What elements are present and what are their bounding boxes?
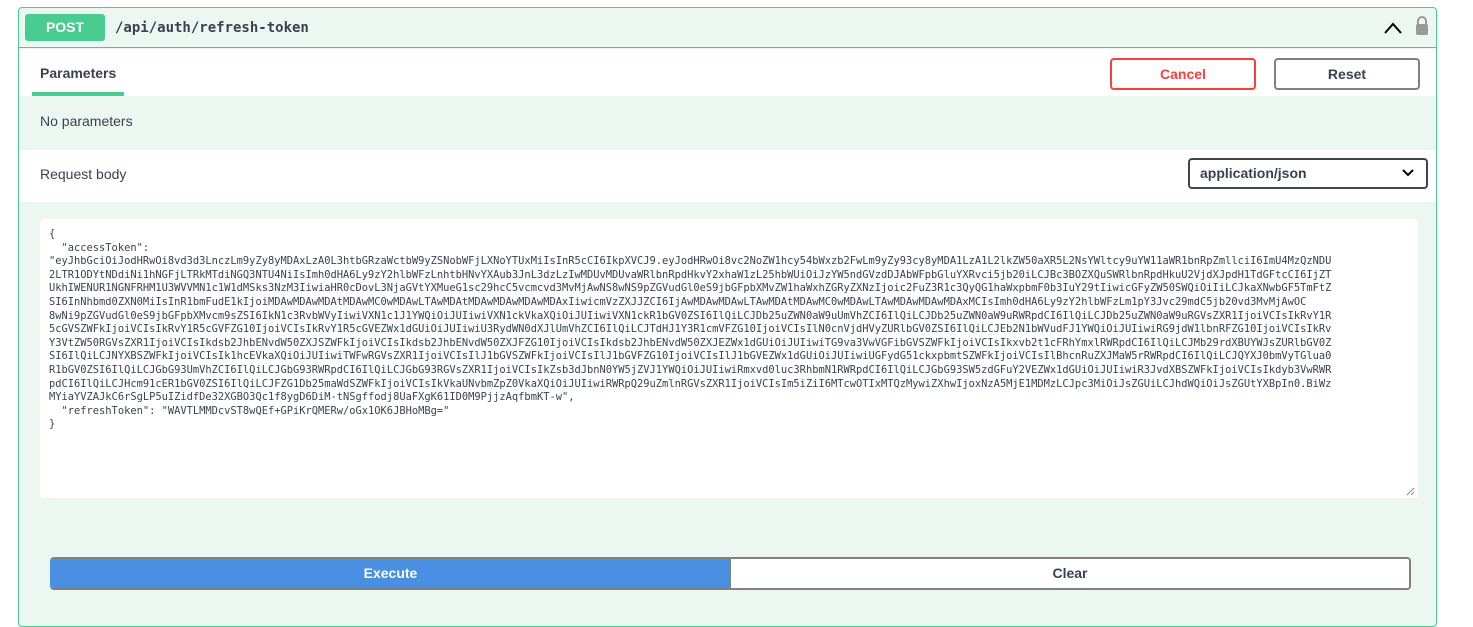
no-parameters-text: No parameters xyxy=(40,113,133,129)
execute-button[interactable]: Execute xyxy=(51,559,730,588)
operation-block: POST /api/auth/refresh-token Parameters … xyxy=(18,7,1437,627)
request-body-line: 2LTR1ODYtNDdiNi1hNGFjLTRkMTdiNGQ3NTU4NiI… xyxy=(49,268,1332,281)
content-type-value: application/json xyxy=(1200,165,1307,181)
content-type-select[interactable]: application/json xyxy=(1188,158,1428,189)
tab-parameters[interactable]: Parameters xyxy=(40,65,116,81)
tab-active-indicator xyxy=(32,92,124,96)
reset-button[interactable]: Reset xyxy=(1274,58,1420,90)
request-body-editor[interactable]: { "accessToken": "eyJhbGciOiJodHRwOi8vd3d… xyxy=(40,219,1418,498)
method-badge: POST xyxy=(25,14,105,41)
resize-handle-icon[interactable] xyxy=(1405,486,1415,496)
request-body-line: R1bGV0ZSI6IlQiLCJGbG93UmVhZCI6IlQiLCJGbG… xyxy=(49,363,1332,376)
execute-actions: Execute Clear xyxy=(50,557,1411,590)
request-body-line: "refreshToken": "WAVTLMMDcvST8wQEf+GPiKr… xyxy=(49,404,450,417)
request-body-line: } xyxy=(49,418,56,431)
operation-summary[interactable]: POST /api/auth/refresh-token xyxy=(19,8,1436,48)
chevron-up-icon[interactable] xyxy=(1383,21,1403,35)
request-body-line: Y3VtZW50RGVsZXR1IjoiVCIsIkdsb2JhbENvdW50… xyxy=(49,336,1332,349)
request-body-line: SI6IlQiLCJNYXBSZWFkIjoiVCIsIk1hcEVkaXQiO… xyxy=(49,350,1332,363)
request-body-line: UkhIWENUR1NGNFRHM1U3WVVMN1c1W1dMSks3NzM3… xyxy=(49,282,1332,295)
request-body-line: 5cGVSZWFkIjoiVCIsIkRvY1R5cGVFZG10IjoiVCI… xyxy=(49,323,1332,336)
request-body-line: "eyJhbGciOiJodHRwOi8vd3d3LnczLm9yZy8yMDA… xyxy=(49,255,1332,268)
cancel-button[interactable]: Cancel xyxy=(1110,58,1256,90)
request-body-line: SI6InNhbmd0ZXN0MiIsInR1bmFudE1kIjoiMDAwM… xyxy=(49,295,1307,308)
lock-icon[interactable] xyxy=(1414,15,1430,37)
clear-button[interactable]: Clear xyxy=(730,559,1409,588)
request-body-label: Request body xyxy=(40,166,127,182)
request-body-line: "accessToken": xyxy=(49,241,150,254)
request-body-line: { xyxy=(49,228,56,240)
endpoint-path: /api/auth/refresh-token xyxy=(115,20,309,36)
request-body-line: MYiaYVZAJkC6rSgLP5uIZidfDe32XGBO3Qc1f8yg… xyxy=(49,391,575,404)
request-body-line: 8wNi9pZGVudGl0eS9jbGFpbXMvcm9sZSI6IkN1c3… xyxy=(49,309,1332,322)
request-body-line: pdCI6IlQiLCJHcm91cER1bGV0ZSI6IlQiLCJFZG1… xyxy=(49,377,1332,390)
chevron-down-icon xyxy=(1402,169,1414,177)
